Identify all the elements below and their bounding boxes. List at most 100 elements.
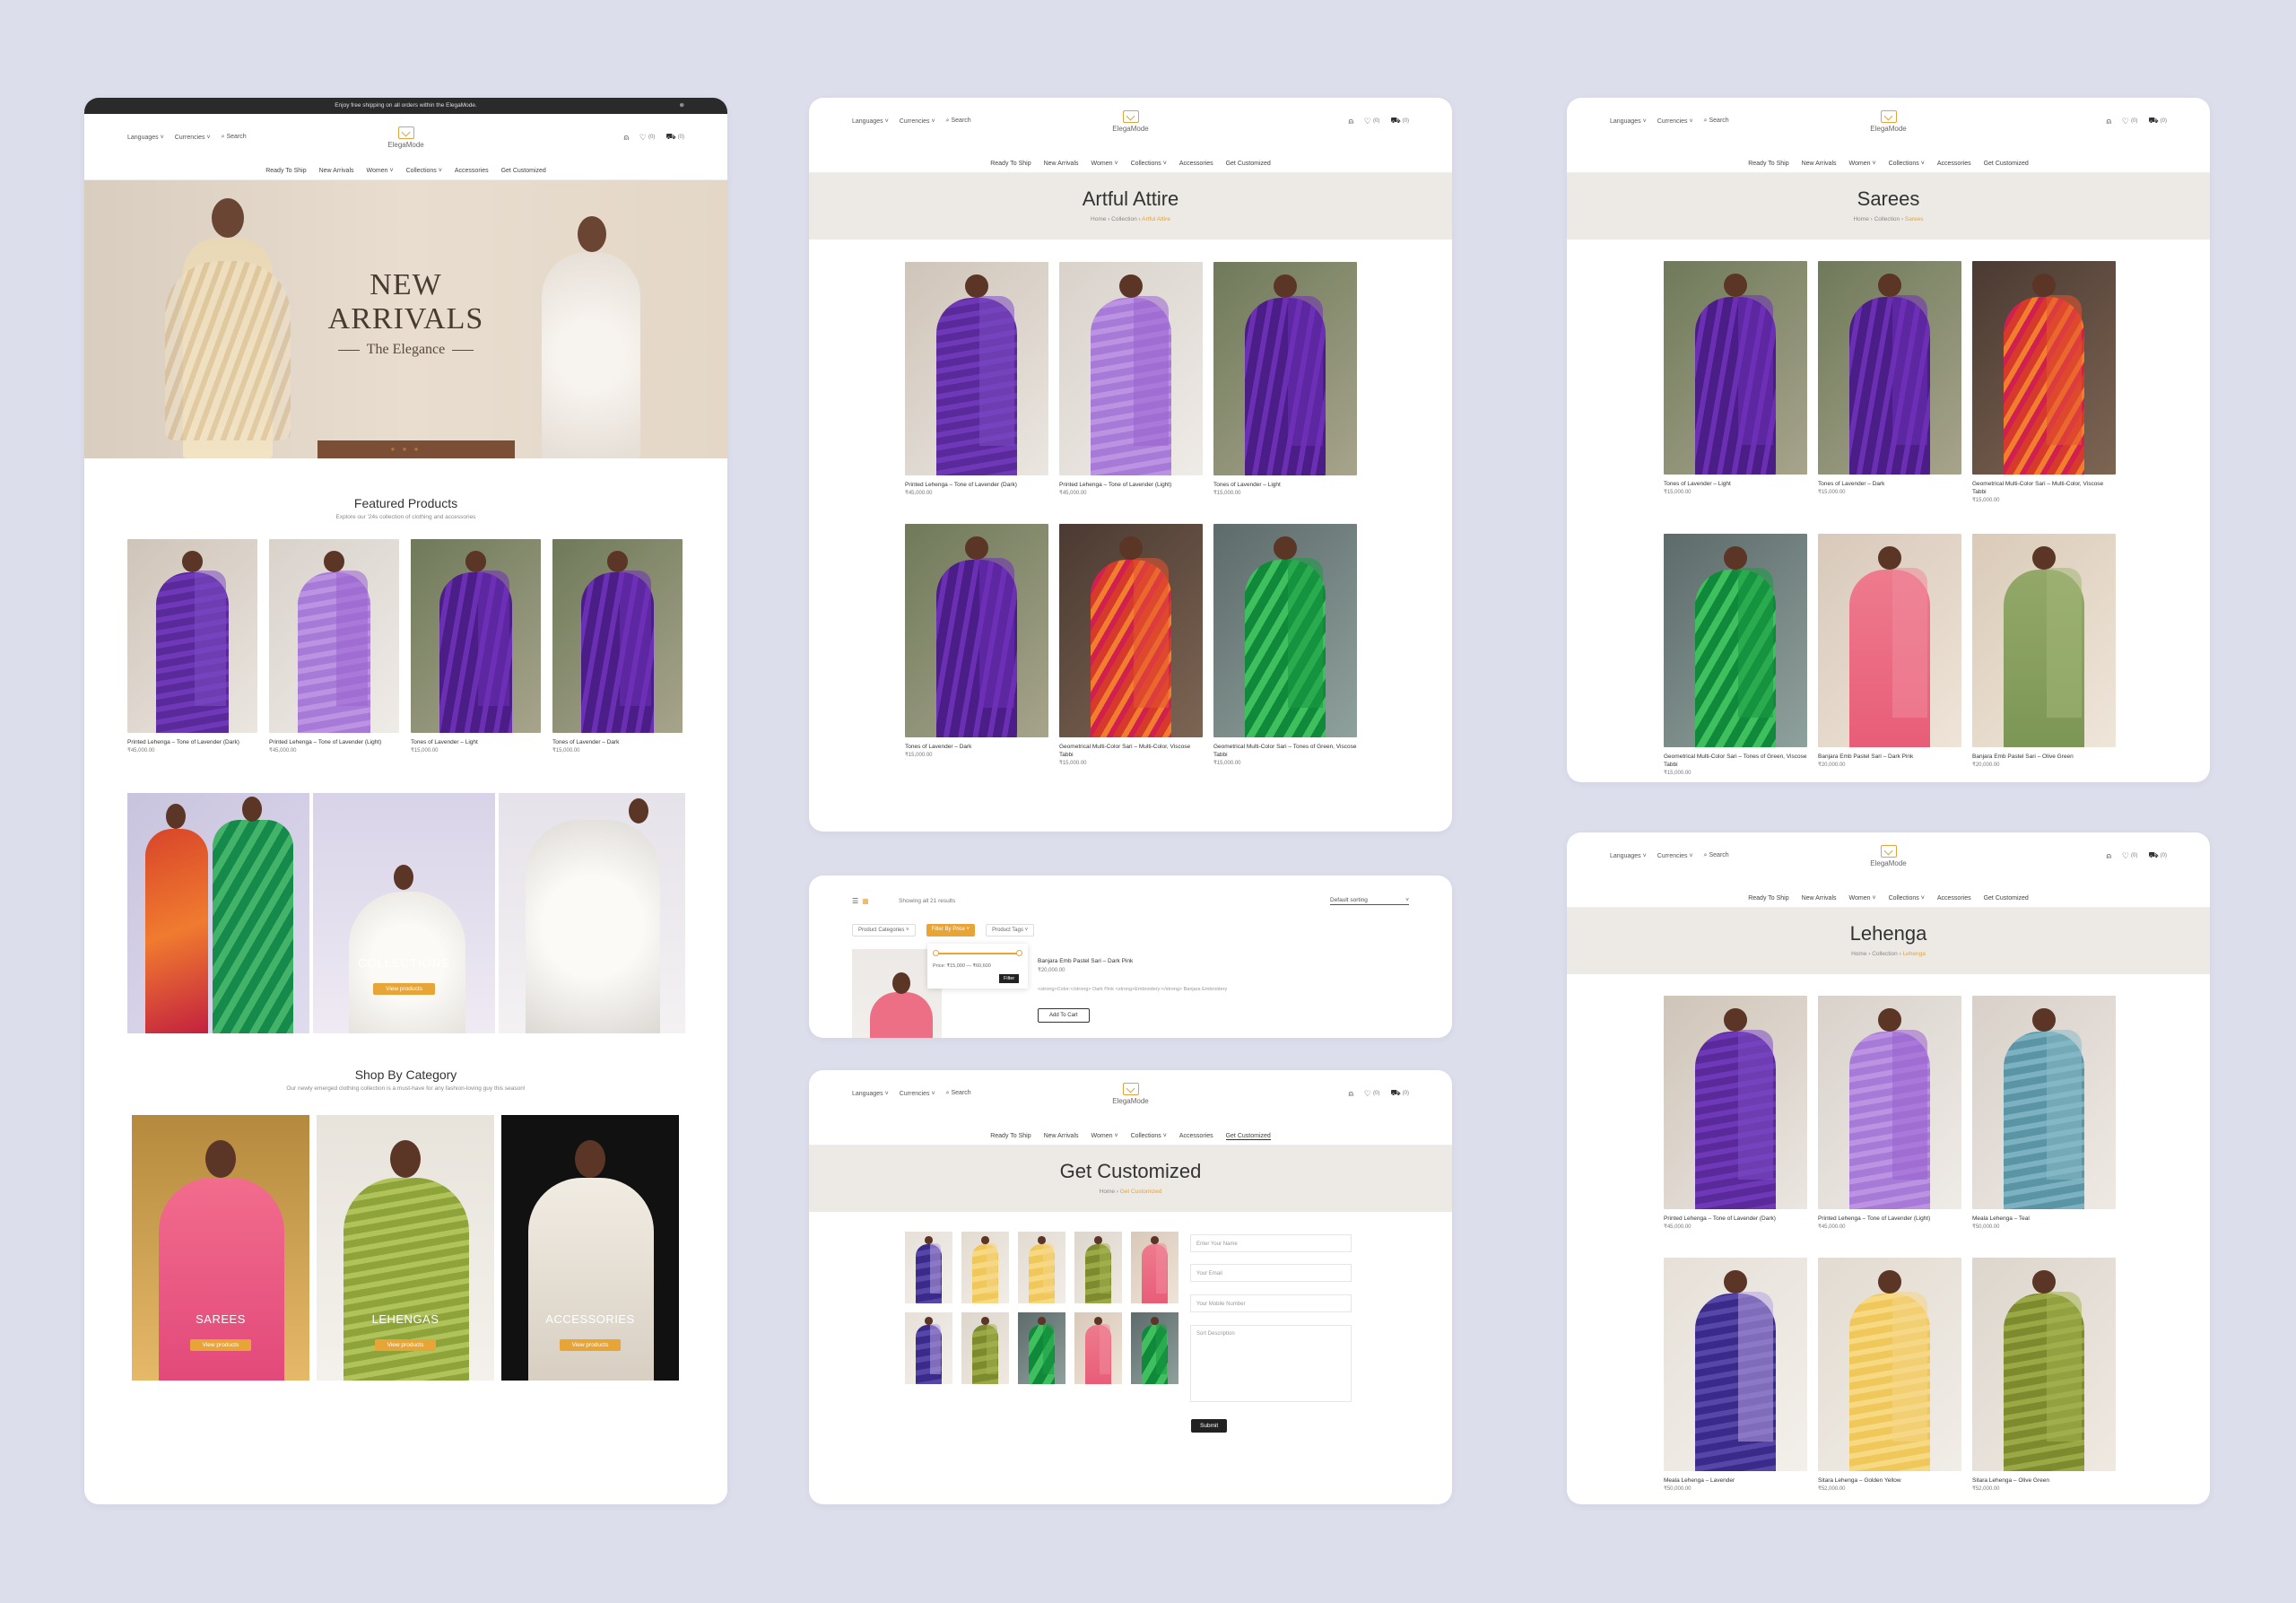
nav-collections[interactable]: Collections ˅	[1889, 895, 1925, 902]
mobile-field[interactable]: Your Mobile Number	[1190, 1294, 1352, 1312]
account-icon[interactable]: ⍝	[1349, 117, 1353, 126]
nav-new-arrivals[interactable]: New Arrivals	[1802, 161, 1837, 167]
list-view-icon[interactable]: ☰	[852, 897, 858, 905]
product-card[interactable]: Printed Lehenga – Tone of Lavender (Ligh…	[269, 539, 399, 754]
nav-collections[interactable]: Collections ˅	[1889, 161, 1925, 167]
submit-button[interactable]: Submit	[1191, 1419, 1228, 1433]
product-card[interactable]: Printed Lehenga – Tone of Lavender (Ligh…	[1059, 262, 1203, 496]
nav-accessories[interactable]: Accessories	[455, 168, 489, 174]
carousel-dots[interactable]: ● ● ●	[84, 445, 727, 453]
sort-select[interactable]: Default sorting ˅	[1330, 897, 1409, 905]
product-card[interactable]: Tones of Lavender – Light ₹15,000.00	[411, 539, 541, 754]
wishlist-icon[interactable]: ♡ (0)	[2122, 851, 2137, 861]
nav-women[interactable]: Women ˅	[1091, 1133, 1118, 1139]
wishlist-icon[interactable]: ♡ (0)	[639, 133, 655, 143]
gallery-thumbnail[interactable]	[905, 1232, 952, 1303]
chip-filter-by-price[interactable]: Filter By Price ˅	[926, 924, 976, 937]
nav-new-arrivals[interactable]: New Arrivals	[1044, 161, 1079, 167]
grid-view-icon[interactable]: ▦	[862, 897, 869, 905]
product-image[interactable]	[1059, 524, 1203, 737]
cart-icon[interactable]: ⛟ (0)	[2148, 116, 2167, 126]
cart-icon[interactable]: ⛟ (0)	[2148, 850, 2167, 861]
product-image[interactable]	[1972, 534, 2116, 747]
nav-new-arrivals[interactable]: New Arrivals	[1802, 895, 1837, 902]
product-card[interactable]: Geometrical Multi-Color Sari – Multi-Col…	[1972, 261, 2116, 503]
product-name[interactable]: Geometrical Multi-Color Sari – Tones of …	[1664, 753, 1807, 769]
nav-accessories[interactable]: Accessories	[1179, 161, 1213, 167]
chip-product-tags[interactable]: Product Tags ˅	[986, 924, 1035, 937]
price-slider[interactable]	[935, 953, 1021, 954]
product-name[interactable]: Tones of Lavender – Dark	[905, 743, 1048, 751]
product-name[interactable]: Sitara Lehenga – Golden Yellow	[1818, 1477, 1961, 1485]
product-image[interactable]	[1213, 262, 1357, 475]
product-name[interactable]: Geometrical Multi-Color Sari – Multi-Col…	[1059, 743, 1203, 759]
nav-accessories[interactable]: Accessories	[1937, 161, 1971, 167]
nav-get-customized[interactable]: Get Customized	[1984, 161, 2029, 167]
view-products-button[interactable]: View products	[189, 1339, 252, 1351]
hero-banner[interactable]: NEW ARRIVALS The Elegance ● ● ●	[84, 180, 727, 458]
product-image[interactable]	[1213, 524, 1357, 737]
product-image[interactable]	[1818, 534, 1961, 747]
product-name[interactable]: Tones of Lavender – Light	[1213, 481, 1357, 489]
product-image[interactable]	[905, 524, 1048, 737]
product-card[interactable]: Printed Lehenga – Tone of Lavender (Dark…	[127, 539, 257, 754]
wishlist-icon[interactable]: ♡ (0)	[1364, 1089, 1379, 1099]
product-card[interactable]: Meala Lehenga – Teal ₹50,000.00	[1972, 996, 2116, 1230]
product-card[interactable]: Geometrical Multi-Color Sari – Tones of …	[1213, 524, 1357, 766]
nav-ready-to-ship[interactable]: Ready To Ship	[1748, 161, 1788, 167]
product-name[interactable]: Printed Lehenga – Tone of Lavender (Ligh…	[1818, 1215, 1961, 1223]
product-card[interactable]: Tones of Lavender – Light ₹15,000.00	[1664, 261, 1807, 495]
product-image[interactable]	[1818, 261, 1961, 475]
product-name[interactable]: Meala Lehenga – Teal	[1972, 1215, 2116, 1223]
product-card[interactable]: Meala Lehenga – Lavender ₹50,000.00	[1664, 1258, 1807, 1492]
nav-get-customized[interactable]: Get Customized	[1226, 161, 1271, 167]
wishlist-icon[interactable]: ♡ (0)	[2122, 117, 2137, 126]
product-name[interactable]: Banjara Emb Pastel Sari – Olive Green	[1972, 753, 2116, 761]
product-name[interactable]: Geometrical Multi-Color Sari – Multi-Col…	[1972, 480, 2116, 496]
nav-women[interactable]: Women ˅	[367, 168, 394, 174]
product-name[interactable]: Printed Lehenga – Tone of Lavender (Dark…	[1664, 1215, 1807, 1223]
product-image[interactable]	[1664, 1258, 1807, 1471]
product-card[interactable]: Geometrical Multi-Color Sari – Tones of …	[1664, 534, 1807, 776]
product-image[interactable]	[1818, 1258, 1961, 1471]
nav-get-customized[interactable]: Get Customized	[1984, 895, 2029, 902]
product-image[interactable]	[1664, 534, 1807, 747]
nav-ready-to-ship[interactable]: Ready To Ship	[990, 161, 1031, 167]
product-card[interactable]: Geometrical Multi-Color Sari – Multi-Col…	[1059, 524, 1203, 766]
nav-ready-to-ship[interactable]: Ready To Ship	[1748, 895, 1788, 902]
category-accessories[interactable]: ACCESSORIES View products	[501, 1115, 679, 1381]
view-products-button[interactable]: View products	[373, 983, 435, 995]
product-image[interactable]	[1972, 1258, 2116, 1471]
product-name[interactable]: Sitara Lehenga – Olive Green	[1972, 1477, 2116, 1485]
product-image[interactable]	[1972, 996, 2116, 1209]
nav-women[interactable]: Women ˅	[1849, 895, 1876, 902]
description-field[interactable]: Sort Description	[1190, 1325, 1352, 1402]
account-icon[interactable]: ⍝	[2107, 117, 2111, 126]
product-image[interactable]	[1818, 996, 1961, 1209]
slider-handle-min[interactable]	[933, 950, 939, 956]
product-card[interactable]: Printed Lehenga – Tone of Lavender (Ligh…	[1818, 996, 1961, 1230]
gallery-thumbnail[interactable]	[1131, 1312, 1178, 1384]
category-sarees[interactable]: SAREES View products	[132, 1115, 309, 1381]
nav-accessories[interactable]: Accessories	[1179, 1133, 1213, 1139]
product-image[interactable]	[1664, 996, 1807, 1209]
view-products-button[interactable]: View products	[559, 1339, 622, 1351]
product-card[interactable]: Sitara Lehenga – Olive Green ₹52,000.00	[1972, 1258, 2116, 1492]
nav-collections[interactable]: Collections ˅	[1131, 1133, 1167, 1139]
gallery-thumbnail[interactable]	[961, 1232, 1009, 1303]
gallery-thumbnail[interactable]	[1074, 1232, 1122, 1303]
chip-product-categories[interactable]: Product Categories ˅	[852, 924, 916, 937]
nav-women[interactable]: Women ˅	[1091, 161, 1118, 167]
gallery-thumbnail[interactable]	[1131, 1232, 1178, 1303]
slider-handle-max[interactable]	[1016, 950, 1022, 956]
product-name[interactable]: Tones of Lavender – Light	[411, 738, 541, 746]
product-name[interactable]: Printed Lehenga – Tone of Lavender (Dark…	[127, 738, 257, 746]
nav-women[interactable]: Women ˅	[1849, 161, 1876, 167]
gallery-thumbnail[interactable]	[905, 1312, 952, 1384]
cart-icon[interactable]: ⛟ (0)	[1390, 116, 1409, 126]
product-image[interactable]	[905, 262, 1048, 475]
nav-new-arrivals[interactable]: New Arrivals	[1044, 1133, 1079, 1139]
add-to-cart-button[interactable]: Add To Cart	[1038, 1008, 1090, 1023]
category-lehengas[interactable]: LEHENGAS View products	[317, 1115, 494, 1381]
name-field[interactable]: Enter Your Name	[1190, 1234, 1352, 1252]
